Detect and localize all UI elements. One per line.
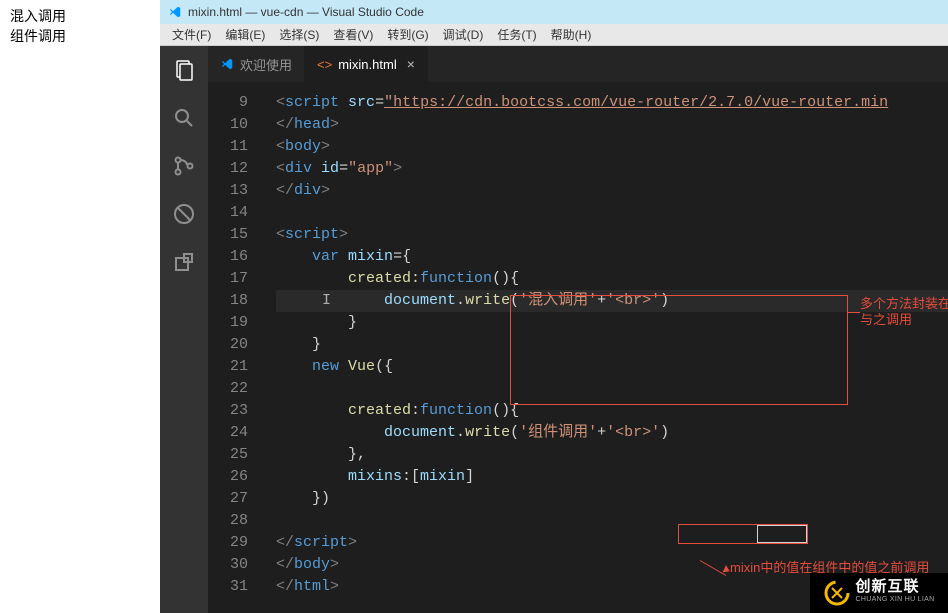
explorer-icon[interactable] bbox=[172, 58, 196, 82]
menu-help[interactable]: 帮助(H) bbox=[547, 24, 596, 45]
annotation-arrow bbox=[848, 312, 860, 313]
titlebar: mixin.html — vue-cdn — Visual Studio Cod… bbox=[160, 0, 948, 24]
git-icon[interactable] bbox=[172, 154, 196, 178]
close-icon[interactable]: × bbox=[407, 56, 415, 72]
window-title: mixin.html — vue-cdn — Visual Studio Cod… bbox=[188, 5, 424, 19]
output-line: 组件调用 bbox=[10, 26, 150, 46]
vscode-icon bbox=[168, 5, 182, 19]
extensions-icon[interactable] bbox=[172, 250, 196, 274]
menu-goto[interactable]: 转到(G) bbox=[383, 24, 432, 45]
output-line: 混入调用 bbox=[10, 6, 150, 26]
menu-edit[interactable]: 编辑(E) bbox=[221, 24, 269, 45]
menu-tasks[interactable]: 任务(T) bbox=[493, 24, 540, 45]
menu-debug[interactable]: 调试(D) bbox=[439, 24, 488, 45]
debug-icon[interactable] bbox=[172, 202, 196, 226]
vscode-icon bbox=[220, 57, 234, 71]
vscode-window: mixin.html — vue-cdn — Visual Studio Cod… bbox=[160, 0, 948, 613]
text-cursor: I bbox=[322, 290, 331, 312]
watermark-en: CHUANG XIN HU LIAN bbox=[856, 593, 935, 606]
code-content[interactable]: <script src="https://cdn.bootcss.com/vue… bbox=[264, 82, 948, 613]
tab-label: 欢迎使用 bbox=[240, 55, 292, 74]
menu-file[interactable]: 文件(F) bbox=[168, 24, 215, 45]
menu-view[interactable]: 查看(V) bbox=[329, 24, 377, 45]
tab-welcome[interactable]: 欢迎使用 bbox=[208, 46, 305, 82]
browser-output-panel: 混入调用 组件调用 bbox=[0, 0, 160, 613]
code-editor[interactable]: 9101112131415161718192021222324252627282… bbox=[208, 82, 948, 613]
annotation-text: 多个方法封装在mixin中，组件需要即可与之调用 bbox=[860, 296, 948, 328]
watermark-cn: 创新互联 bbox=[856, 580, 935, 593]
menubar[interactable]: 文件(F) 编辑(E) 选择(S) 查看(V) 转到(G) 调试(D) 任务(T… bbox=[160, 24, 948, 46]
tab-mixin[interactable]: <> mixin.html × bbox=[305, 46, 428, 82]
search-icon[interactable] bbox=[172, 106, 196, 130]
menu-select[interactable]: 选择(S) bbox=[275, 24, 323, 45]
line-gutter: 9101112131415161718192021222324252627282… bbox=[208, 82, 264, 613]
watermark-logo-icon bbox=[824, 580, 850, 606]
editor-tabs: 欢迎使用 <> mixin.html × bbox=[208, 46, 948, 82]
activitybar bbox=[160, 46, 208, 613]
watermark: 创新互联 CHUANG XIN HU LIAN bbox=[810, 573, 948, 613]
html-icon: <> bbox=[317, 57, 332, 72]
tab-label: mixin.html bbox=[338, 57, 397, 72]
